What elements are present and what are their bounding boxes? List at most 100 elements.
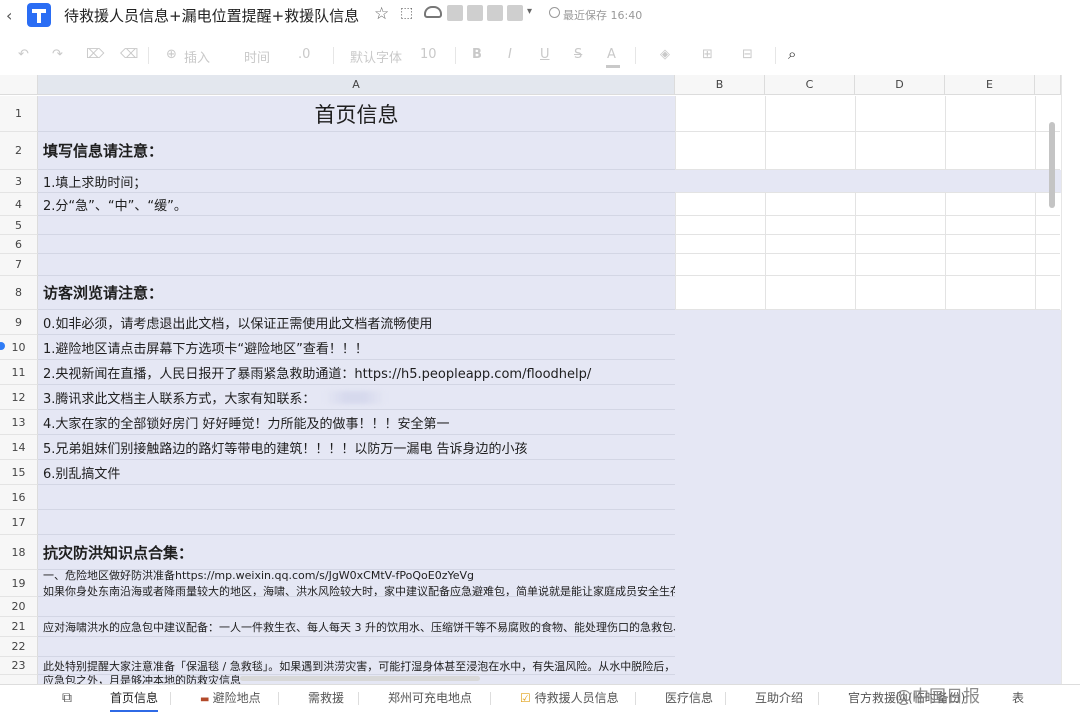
export-icon[interactable]: ⬚ <box>400 5 413 21</box>
sheet-tab[interactable]: ☑ 待救援人员信息 <box>520 685 619 712</box>
format-painter-icon[interactable]: ⌦ <box>86 47 104 62</box>
cell-a15[interactable]: 6.别乱搞文件 <box>38 460 675 485</box>
row-header[interactable]: 3 <box>0 170 38 193</box>
row-header[interactable]: 9 <box>0 310 38 335</box>
cell-a5[interactable] <box>38 216 675 235</box>
cell-a4[interactable]: 2.分“急”、“中”、“缓”。 <box>38 193 675 216</box>
cloud-icon[interactable] <box>424 6 442 18</box>
sheet-tab[interactable]: 首页信息 <box>110 685 159 712</box>
row-header[interactable]: 20 <box>0 597 38 617</box>
decimal-format-menu[interactable]: .0 <box>298 47 310 62</box>
vertical-scrollbar[interactable] <box>1049 122 1055 208</box>
sheet-tab[interactable]: 互助介绍 <box>755 685 803 712</box>
redo-icon[interactable]: ↷ <box>52 47 63 62</box>
column-header-c[interactable]: C <box>765 75 855 95</box>
fill-color-icon[interactable]: ◈ <box>660 47 670 62</box>
document-title[interactable]: 待救援人员信息+漏电位置提醒+救援队信息 <box>64 5 359 26</box>
underline-button[interactable]: U <box>540 47 550 62</box>
column-header-extra[interactable] <box>1035 75 1061 95</box>
cell-a10[interactable]: 1.避险地区请点击屏幕下方选项卡“避险地区”查看！！！ <box>38 335 675 360</box>
avatar[interactable] <box>507 5 523 21</box>
strikethrough-button[interactable]: S <box>574 47 582 62</box>
docs-logo-icon[interactable] <box>27 3 51 27</box>
sheet-tab[interactable]: 需救援 <box>308 685 344 712</box>
row-header[interactable]: 21 <box>0 617 38 637</box>
merge-cells-icon[interactable]: ⊟ <box>742 47 753 62</box>
row-header[interactable]: 13 <box>0 410 38 435</box>
row-header[interactable]: 17 <box>0 510 38 535</box>
cell-a21[interactable]: 应对海啸洪水的应急包中建议配备：一人一件救生衣、每人每天 3 升的饮用水、压缩饼… <box>38 617 675 637</box>
star-icon[interactable]: ☆ <box>374 4 389 24</box>
row-header[interactable]: 23 <box>0 657 38 675</box>
row-header[interactable]: 19 <box>0 570 38 597</box>
cell-a11[interactable]: 2.央视新闻在直播，人民日报开了暴雨紧急救助通道：https://h5.peop… <box>38 360 675 385</box>
cell-a1[interactable]: 首页信息 <box>38 96 675 132</box>
avatar[interactable] <box>467 5 483 21</box>
row-header[interactable]: 12 <box>0 385 38 410</box>
row-header[interactable]: 5 <box>0 216 38 235</box>
font-size-select[interactable]: 10 <box>420 47 437 62</box>
column-header-corner[interactable] <box>0 75 38 95</box>
avatar[interactable] <box>487 5 503 21</box>
cell-a2[interactable]: 填写信息请注意： <box>38 132 675 170</box>
row-header[interactable]: 16 <box>0 485 38 510</box>
cell-a16[interactable] <box>38 485 675 510</box>
borders-icon[interactable]: ⊞ <box>702 47 713 62</box>
toolbar: ↶ ↷ ⌦ ⌫ ⊕ 插入 时间 .0 默认字体 10 B I U S A ◈ ⊞… <box>0 36 1080 77</box>
insert-icon[interactable]: ⊕ <box>166 47 177 62</box>
row-header[interactable]: 1 <box>0 96 38 132</box>
row-header[interactable]: 11 <box>0 360 38 385</box>
cell-a20[interactable] <box>38 597 675 617</box>
row-header[interactable]: 15 <box>0 460 38 485</box>
row-header[interactable]: 18 <box>0 535 38 570</box>
column-header-a[interactable]: A <box>38 75 675 95</box>
font-family-select[interactable]: 默认字体 <box>350 47 402 66</box>
sheet-tab[interactable]: 郑州可充电地点 <box>388 685 472 712</box>
clear-format-icon[interactable]: ⌫ <box>120 47 138 62</box>
row-header[interactable]: 8 <box>0 276 38 310</box>
cell-a13[interactable]: 4.大家在家的全部锁好房门 好好睡觉！力所能及的做事！！！安全第一 <box>38 410 675 435</box>
chevron-left-icon[interactable]: ‹ <box>6 6 12 25</box>
weibo-watermark: @中国日报 <box>895 687 980 707</box>
bold-button[interactable]: B <box>472 47 482 62</box>
row-header[interactable]: 2 <box>0 132 38 170</box>
grid-row-line <box>675 192 1060 193</box>
time-format-menu[interactable]: 时间 <box>244 47 270 66</box>
undo-icon[interactable]: ↶ <box>18 47 29 62</box>
filled-range <box>675 310 1061 685</box>
cell-a6[interactable] <box>38 235 675 254</box>
sheet-tab[interactable]: ▬ 避险地点 <box>200 685 261 712</box>
row-header[interactable]: 10 <box>0 335 38 360</box>
cell-a22[interactable] <box>38 637 675 657</box>
cell-a7[interactable] <box>38 254 675 276</box>
cell-a12[interactable]: 3.腾讯求此文档主人联系方式，大家有知联系： <box>38 385 675 410</box>
font-color-button[interactable]: A <box>607 47 616 62</box>
row-header[interactable]: 4 <box>0 193 38 216</box>
cell-a23[interactable]: 此处特别提醒大家注意准备「保温毯 / 急救毯」。如果遇到洪涝灾害，可能打湿身体甚… <box>38 657 675 675</box>
toolbar-divider <box>635 47 636 64</box>
avatar[interactable] <box>447 5 463 21</box>
row-header[interactable]: 6 <box>0 235 38 254</box>
chevron-down-icon[interactable]: ▾ <box>527 6 532 17</box>
tab-divider <box>358 692 359 705</box>
italic-button[interactable]: I <box>508 47 512 62</box>
cell-a3[interactable]: 1.填上求助时间； <box>38 170 675 193</box>
cell-a17[interactable] <box>38 510 675 535</box>
sheet-tab[interactable]: 医疗信息 <box>665 685 713 712</box>
search-icon[interactable]: ⌕ <box>788 45 796 63</box>
cell-a8[interactable]: 访客浏览请注意： <box>38 276 675 310</box>
cell-a14[interactable]: 5.兄弟姐妹们别接触路边的路灯等带电的建筑！！！！以防万一漏电 告诉身边的小孩 <box>38 435 675 460</box>
cell-a9[interactable]: 0.如非必须，请考虑退出此文档，以保证正需使用此文档者流畅使用 <box>38 310 675 335</box>
row-header[interactable]: 22 <box>0 637 38 657</box>
row-header[interactable]: 7 <box>0 254 38 276</box>
sheet-tab[interactable]: 表 <box>1012 685 1024 712</box>
insert-menu[interactable]: 插入 <box>184 47 210 66</box>
horizontal-scrollbar[interactable] <box>240 676 480 681</box>
row-header[interactable]: 14 <box>0 435 38 460</box>
column-header-b[interactable]: B <box>675 75 765 95</box>
column-header-e[interactable]: E <box>945 75 1035 95</box>
column-header-d[interactable]: D <box>855 75 945 95</box>
cell-a19[interactable]: 一、危险地区做好防洪准备https://mp.weixin.qq.com/s/J… <box>38 570 675 597</box>
cell-a18[interactable]: 抗灾防洪知识点合集： <box>38 535 675 570</box>
sheet-list-icon[interactable]: ⧉ <box>62 685 72 712</box>
